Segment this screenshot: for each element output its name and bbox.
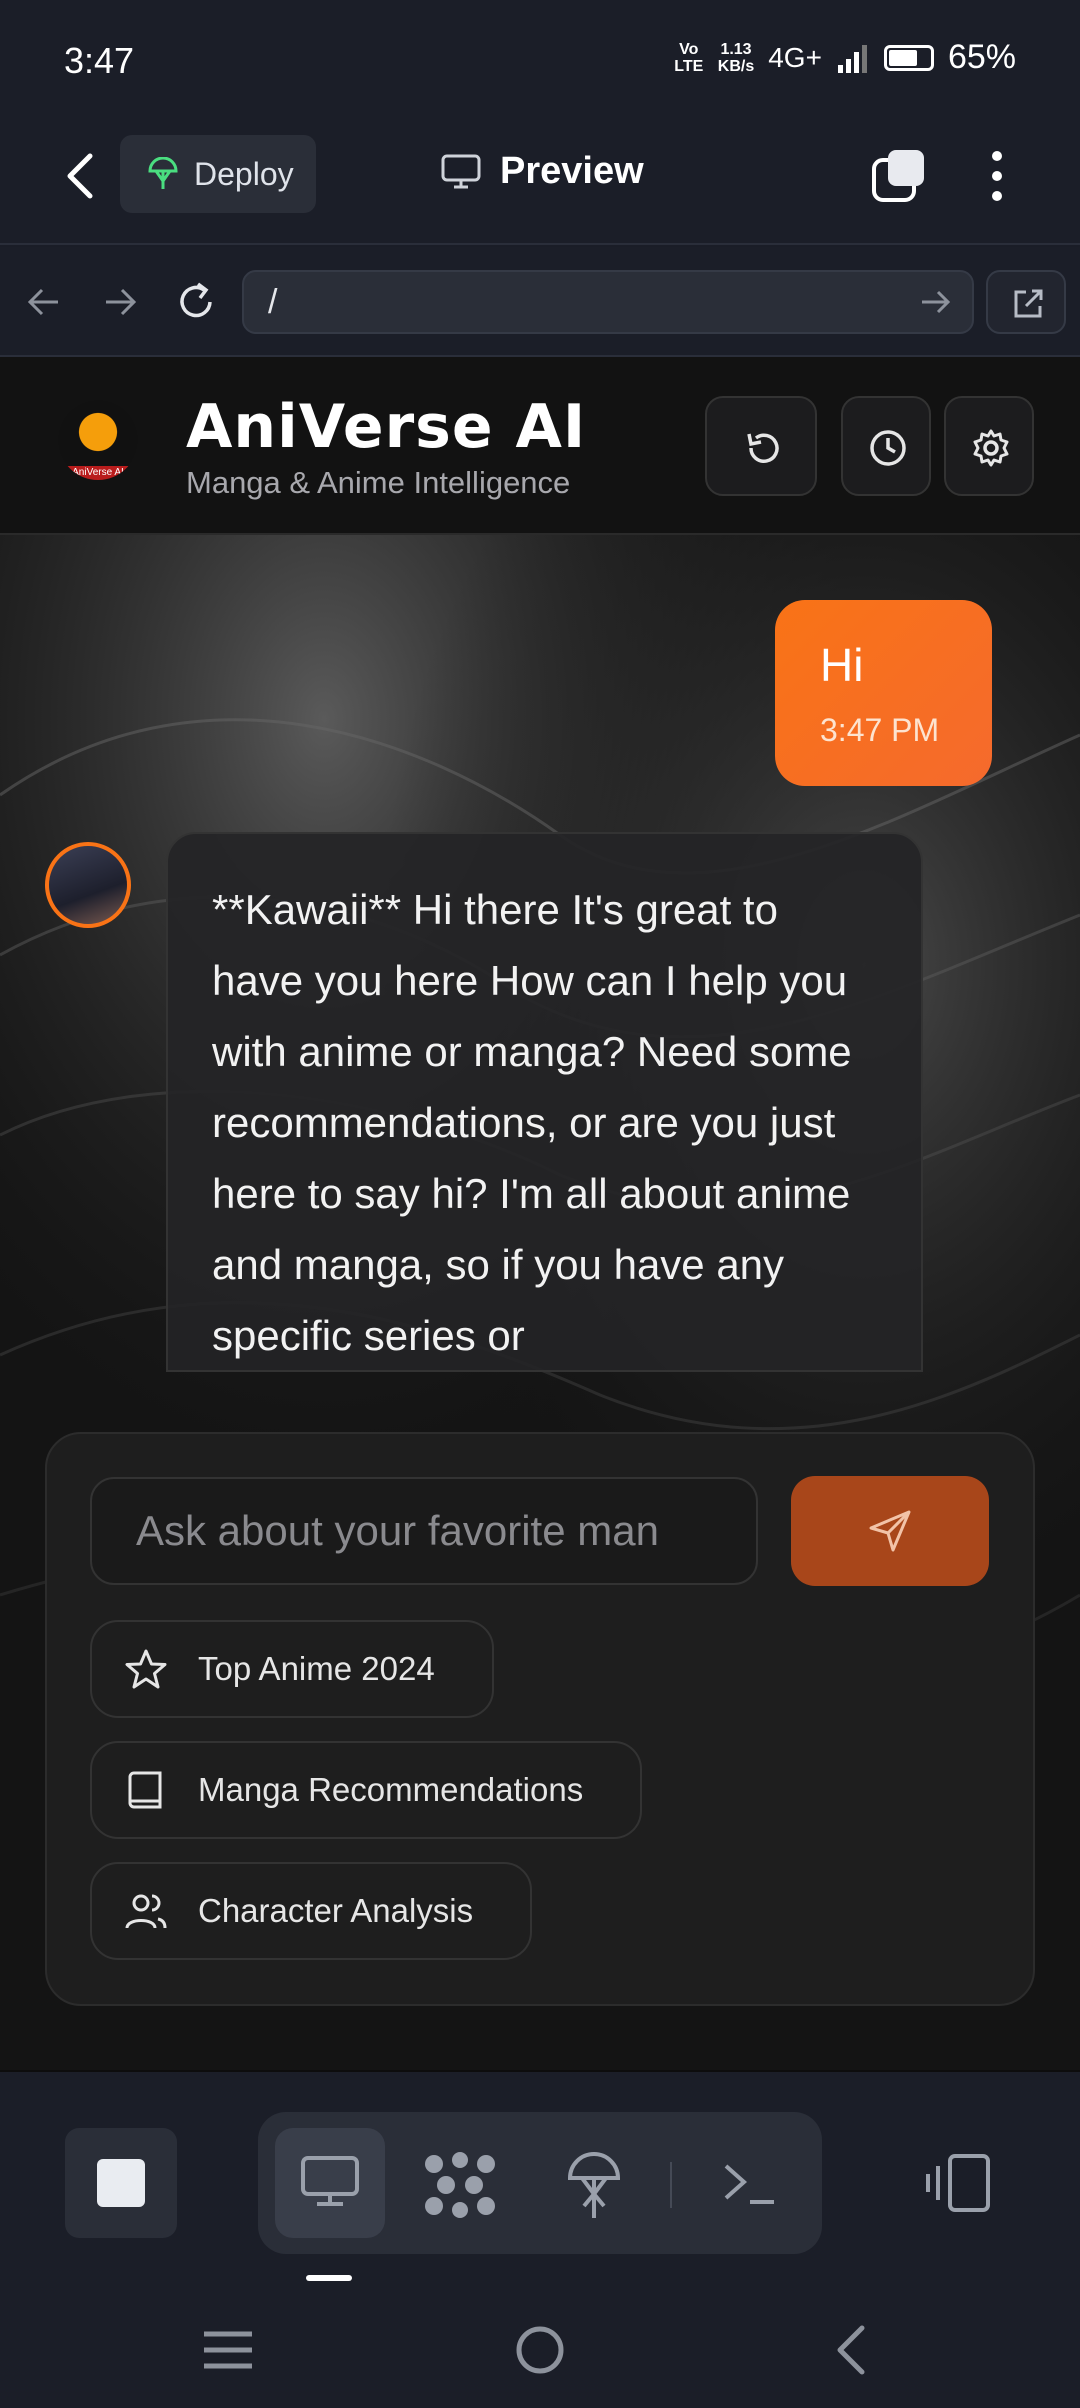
battery-icon: [883, 44, 934, 71]
preview-label: Preview: [500, 150, 644, 192]
suggestion-top-anime[interactable]: Top Anime 2024: [90, 1620, 494, 1718]
stop-icon: [97, 2159, 145, 2207]
settings-button[interactable]: [944, 396, 1034, 496]
star-icon: [125, 1649, 167, 1689]
volte-indicator: Vo LTE: [674, 40, 704, 75]
user-message-text: Hi: [820, 639, 864, 691]
url-input[interactable]: /: [242, 270, 974, 334]
graph-icon[interactable]: [420, 2150, 500, 2220]
system-back-icon[interactable]: [832, 2324, 868, 2376]
open-external-button[interactable]: [986, 270, 1066, 334]
view-preview-button[interactable]: [275, 2128, 385, 2238]
assistant-avatar: [45, 842, 131, 928]
history-button[interactable]: [841, 396, 931, 496]
monitor-icon: [301, 2156, 359, 2206]
stop-button[interactable]: [65, 2128, 177, 2238]
monitor-icon: [441, 154, 481, 188]
status-time: 3:47: [64, 40, 135, 81]
deploy-label: Deploy: [194, 155, 294, 192]
suggestion-label: Manga Recommendations: [198, 1771, 584, 1808]
status-bar: 3:47 Vo LTE 1.13 KB/s 4G+ 65%: [0, 0, 1080, 125]
site-tagline: Manga & Anime Intelligence: [186, 465, 571, 500]
signal-icon: [837, 44, 867, 73]
preview-tab[interactable]: Preview: [440, 150, 644, 193]
user-message: Hi 3:47 PM: [775, 600, 992, 786]
reload-icon[interactable]: [176, 278, 216, 326]
active-tab-indicator: [306, 2275, 352, 2281]
chat-input[interactable]: Ask about your favorite man: [90, 1477, 758, 1585]
reset-chat-button[interactable]: [705, 396, 817, 496]
assistant-message: **Kawaii** Hi there It's great to have y…: [166, 832, 923, 1372]
menu-icon[interactable]: [200, 2328, 256, 2372]
url-go-icon[interactable]: [918, 286, 954, 318]
logo-text: AniVerse AI: [64, 466, 132, 480]
gear-icon: [973, 429, 1009, 467]
user-message-time: 3:47 PM: [820, 712, 940, 748]
site-logo: AniVerse AI: [58, 400, 138, 480]
nav-forward-icon[interactable]: [100, 278, 140, 326]
send-icon: [869, 1510, 911, 1552]
tabs-icon[interactable]: [870, 148, 926, 204]
status-icons: Vo LTE 1.13 KB/s 4G+ 65%: [674, 38, 1016, 77]
clock-icon: [870, 430, 906, 466]
more-vertical-icon[interactable]: [982, 148, 1012, 204]
terminal-icon[interactable]: [720, 2158, 780, 2212]
send-button[interactable]: [791, 1476, 989, 1586]
users-icon: [125, 1894, 167, 1929]
url-text: /: [268, 282, 278, 321]
back-chevron-icon[interactable]: [60, 150, 100, 202]
home-icon[interactable]: [514, 2324, 566, 2376]
toolbar-divider: [670, 2162, 672, 2208]
book-icon: [128, 1771, 162, 1809]
assistant-message-text: **Kawaii** Hi there It's great to have y…: [212, 886, 852, 1359]
deploy-icon[interactable]: [564, 2148, 624, 2222]
deploy-button[interactable]: Deploy: [120, 135, 316, 213]
battery-percent: 65%: [947, 38, 1016, 76]
deploy-icon: [148, 157, 178, 189]
suggestion-label: Top Anime 2024: [198, 1650, 435, 1687]
suggestion-manga-recommendations[interactable]: Manga Recommendations: [90, 1741, 642, 1839]
site-title: AniVerse AI: [186, 392, 587, 462]
nav-back-icon[interactable]: [24, 278, 64, 326]
signal-label: 4G+: [768, 41, 822, 73]
suggestion-character-analysis[interactable]: Character Analysis: [90, 1862, 532, 1960]
device-frame-icon[interactable]: [924, 2152, 994, 2214]
network-speed: 1.13 KB/s: [717, 40, 755, 75]
suggestion-label: Character Analysis: [198, 1892, 474, 1929]
external-link-icon: [1014, 289, 1043, 318]
rotate-ccw-icon: [747, 433, 779, 463]
